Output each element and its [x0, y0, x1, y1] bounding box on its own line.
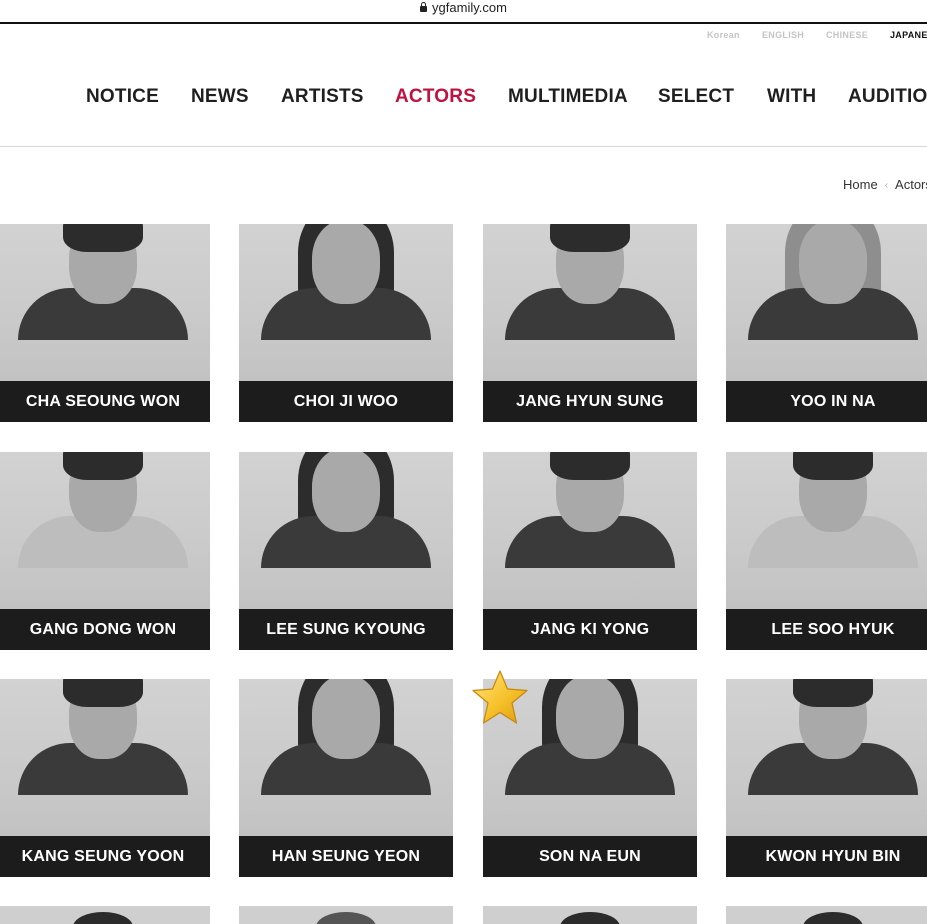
nav-audition[interactable]: AUDITION [848, 86, 927, 108]
star-icon [472, 670, 528, 724]
lang-japanese[interactable]: JAPANESE [890, 30, 927, 40]
lang-chinese[interactable]: CHINESE [826, 30, 868, 40]
actor-name: YOO IN NA [726, 381, 927, 422]
actor-photo [726, 452, 927, 609]
actor-name: CHA SEOUNG WON [0, 381, 210, 422]
actor-card-partial[interactable] [483, 906, 697, 924]
actor-name: GANG DONG WON [0, 609, 210, 650]
breadcrumb-chevron-icon: ‹ [884, 180, 889, 191]
actor-card[interactable]: LEE SUNG KYOUNG [239, 452, 453, 650]
actor-photo [726, 679, 927, 836]
actor-name: JANG HYUN SUNG [483, 381, 697, 422]
actor-name: CHOI JI WOO [239, 381, 453, 422]
actor-card[interactable]: LEE SOO HYUK [726, 452, 927, 650]
actor-card[interactable]: CHA SEOUNG WON [0, 224, 210, 422]
actor-card-partial[interactable] [726, 906, 927, 924]
actor-name: LEE SUNG KYOUNG [239, 609, 453, 650]
actor-photo [0, 224, 210, 381]
lang-english[interactable]: ENGLISH [762, 30, 804, 40]
actor-card-partial[interactable] [239, 906, 453, 924]
actor-photo [239, 452, 453, 609]
actor-name: KWON HYUN BIN [726, 836, 927, 877]
browser-address-bar[interactable]: ygfamily.com [0, 0, 927, 24]
lang-korean[interactable]: Korean [707, 30, 740, 40]
language-switcher: Korean ENGLISH CHINESE JAPANESE [0, 30, 927, 44]
url-display[interactable]: ygfamily.com [0, 0, 927, 16]
nav-artists[interactable]: ARTISTS [281, 86, 364, 108]
nav-news[interactable]: NEWS [191, 86, 249, 108]
header-divider [0, 146, 927, 147]
actor-photo [726, 224, 927, 381]
actor-name: SON NA EUN [483, 836, 697, 877]
actor-card[interactable]: JANG HYUN SUNG [483, 224, 697, 422]
breadcrumb: Home ‹ Actors [843, 177, 927, 192]
actor-card[interactable]: CHOI JI WOO [239, 224, 453, 422]
actor-card[interactable]: JANG KI YONG [483, 452, 697, 650]
actor-name: KANG SEUNG YOON [0, 836, 210, 877]
actor-photo [0, 679, 210, 836]
breadcrumb-home[interactable]: Home [843, 177, 878, 192]
actor-name: HAN SEUNG YEON [239, 836, 453, 877]
actor-photo [239, 679, 453, 836]
actor-card[interactable]: HAN SEUNG YEON [239, 679, 453, 877]
nav-actors[interactable]: ACTORS [395, 86, 476, 108]
nav-notice[interactable]: NOTICE [86, 86, 159, 108]
actor-name: JANG KI YONG [483, 609, 697, 650]
actor-photo [239, 224, 453, 381]
actor-card[interactable]: GANG DONG WON [0, 452, 210, 650]
breadcrumb-current: Actors [895, 177, 927, 192]
actor-name: LEE SOO HYUK [726, 609, 927, 650]
actor-card[interactable]: KANG SEUNG YOON [0, 679, 210, 877]
actor-photo [0, 452, 210, 609]
lock-icon [420, 2, 428, 12]
actor-photo [483, 224, 697, 381]
main-nav: NOTICE NEWS ARTISTS ACTORS MULTIMEDIA SE… [0, 86, 927, 112]
nav-with[interactable]: WITH [767, 86, 816, 108]
nav-select[interactable]: SELECT [658, 86, 734, 108]
actor-photo [483, 452, 697, 609]
nav-multimedia[interactable]: MULTIMEDIA [508, 86, 628, 108]
url-text: ygfamily.com [432, 0, 507, 15]
address-bar-divider [0, 22, 927, 24]
actor-card[interactable]: KWON HYUN BIN [726, 679, 927, 877]
actor-card-partial[interactable] [0, 906, 210, 924]
actor-card[interactable]: YOO IN NA [726, 224, 927, 422]
